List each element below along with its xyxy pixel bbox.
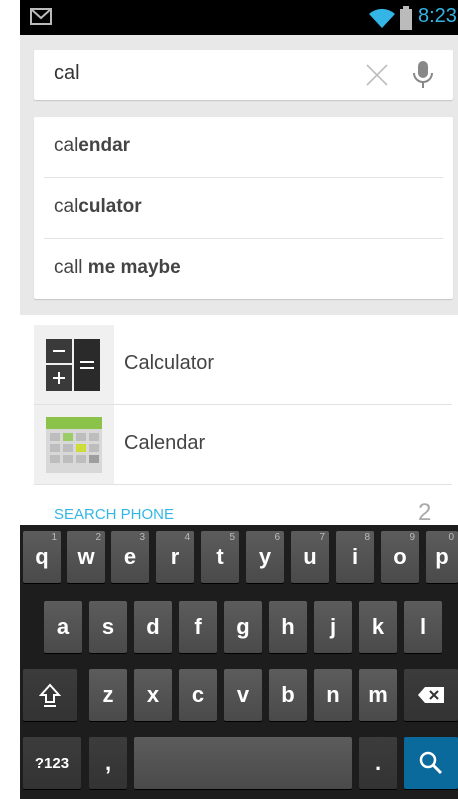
key-l[interactable]: l	[404, 601, 442, 653]
suggestion-completion: culator	[78, 196, 142, 217]
key-b[interactable]: b	[269, 669, 307, 721]
suggestion-item[interactable]: call me maybe	[34, 239, 453, 299]
suggestion-prefix: cal	[54, 135, 79, 156]
key-x[interactable]: x	[134, 669, 172, 721]
result-icon-container	[34, 325, 114, 405]
shift-key[interactable]	[23, 669, 77, 721]
wifi-icon	[369, 8, 395, 28]
key-h[interactable]: h	[269, 601, 307, 653]
status-time: 8:23	[418, 5, 457, 27]
comma-key[interactable]: ,	[89, 737, 127, 789]
key-r[interactable]: r4	[156, 531, 194, 583]
key-a[interactable]: a	[44, 601, 82, 653]
battery-icon	[400, 6, 412, 30]
key-s[interactable]: s	[89, 601, 127, 653]
space-key[interactable]	[134, 737, 352, 789]
search-input[interactable]: cal	[54, 62, 80, 85]
key-o[interactable]: o9	[381, 531, 419, 583]
shift-icon	[39, 683, 61, 707]
key-e[interactable]: e3	[111, 531, 149, 583]
search-area: cal calendar calculator call me maybe	[20, 35, 458, 315]
result-label: Calendar	[124, 432, 206, 454]
microphone-icon[interactable]	[412, 60, 434, 90]
key-j[interactable]: j	[314, 601, 352, 653]
search-box[interactable]: cal	[34, 50, 453, 100]
key-t[interactable]: t5	[201, 531, 239, 583]
close-icon[interactable]	[365, 63, 389, 87]
result-count: 2	[418, 499, 432, 526]
key-k[interactable]: k	[359, 601, 397, 653]
key-y[interactable]: y6	[246, 531, 284, 583]
suggestion-completion: me maybe	[82, 257, 181, 278]
backspace-icon	[418, 687, 444, 703]
key-w[interactable]: w2	[67, 531, 105, 583]
suggestion-prefix: cal	[54, 196, 79, 217]
key-f[interactable]: f	[179, 601, 217, 653]
key-i[interactable]: i8	[336, 531, 374, 583]
calendar-icon	[46, 417, 102, 473]
suggestion-item[interactable]: calculator	[34, 178, 453, 238]
suggestion-completion: endar	[78, 135, 131, 156]
key-p[interactable]: p0	[426, 531, 458, 583]
gmail-icon	[30, 8, 52, 25]
search-phone-link[interactable]: SEARCH PHONE	[54, 506, 174, 523]
suggestion-list: calendar calculator call me maybe	[34, 117, 453, 299]
key-d[interactable]: d	[134, 601, 172, 653]
backspace-key[interactable]	[404, 669, 458, 721]
result-item-calendar[interactable]: Calendar	[34, 405, 452, 485]
key-n[interactable]: n	[314, 669, 352, 721]
key-z[interactable]: z	[89, 669, 127, 721]
keyboard: q1 w2 e3 r4 t5 y6 u7 i8 o9 p0 a s d f g …	[20, 525, 458, 799]
result-label: Calculator	[124, 352, 215, 374]
result-item-calculator[interactable]: Calculator	[34, 325, 452, 405]
result-icon-container	[34, 405, 114, 485]
key-g[interactable]: g	[224, 601, 262, 653]
key-v[interactable]: v	[224, 669, 262, 721]
suggestion-prefix: call	[54, 257, 83, 278]
suggestion-item[interactable]: calendar	[34, 117, 453, 177]
key-u[interactable]: u7	[291, 531, 329, 583]
divider	[34, 484, 452, 485]
search-key[interactable]	[404, 737, 458, 789]
key-q[interactable]: q1	[23, 531, 61, 583]
status-bar: 8:23	[20, 0, 458, 35]
symbols-key[interactable]: ?123	[23, 737, 81, 789]
key-c[interactable]: c	[179, 669, 217, 721]
calculator-icon	[46, 339, 100, 391]
key-m[interactable]: m	[359, 669, 397, 721]
search-icon	[419, 751, 443, 775]
period-key[interactable]: .	[359, 737, 397, 789]
